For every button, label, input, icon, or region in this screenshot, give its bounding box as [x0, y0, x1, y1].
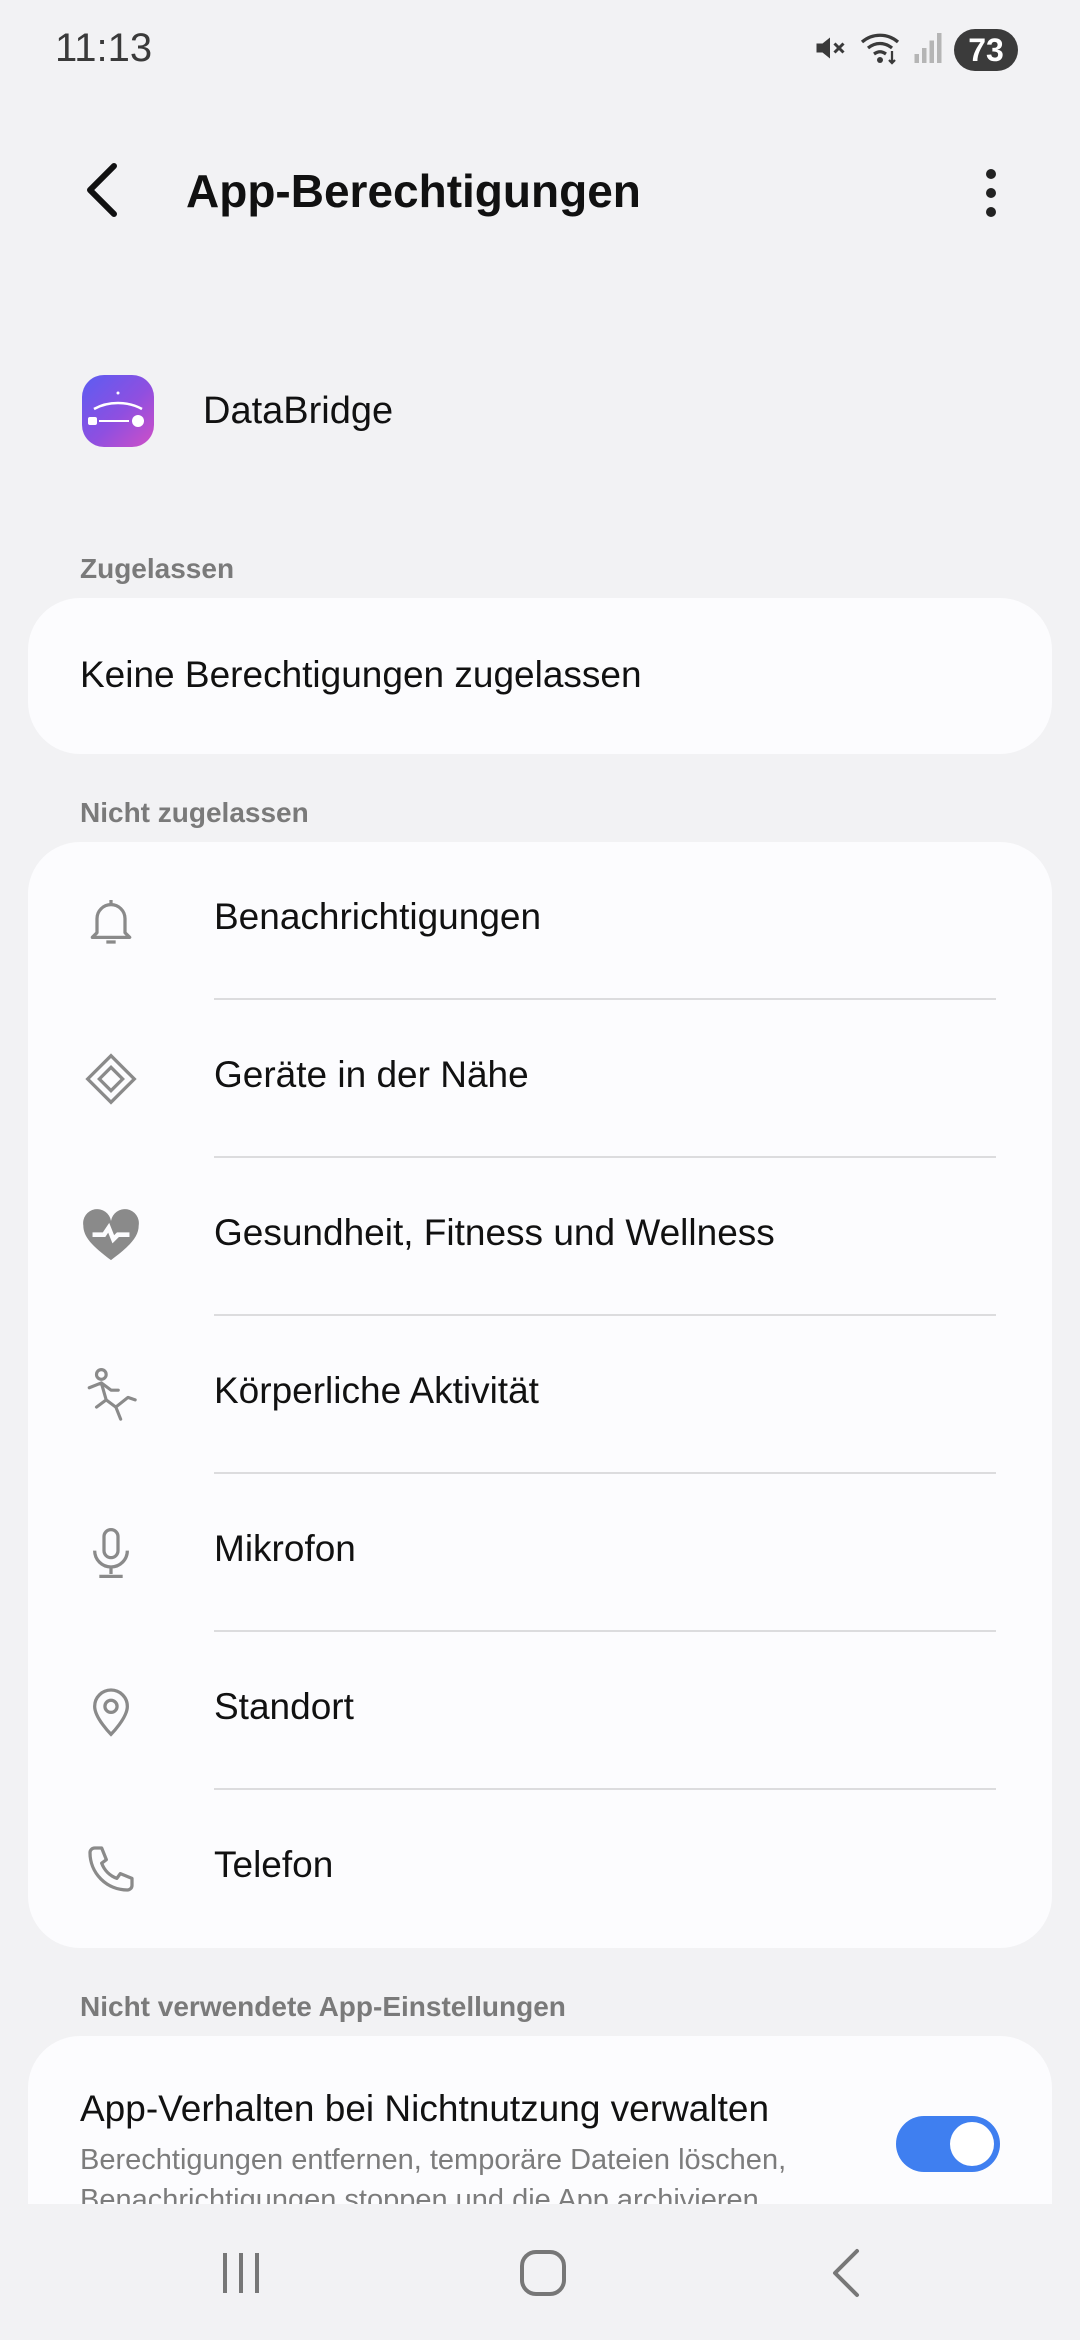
back-button[interactable]: [72, 160, 132, 220]
wifi-icon: [858, 30, 902, 71]
permission-item-microphone[interactable]: Mikrofon: [28, 1474, 1052, 1632]
permission-label: Gesundheit, Fitness und Wellness: [214, 1212, 775, 1253]
permission-item-nearby-devices[interactable]: Geräte in der Nähe: [28, 1000, 1052, 1158]
section-label-not-allowed: Nicht zugelassen: [80, 797, 309, 828]
permission-label: Körperliche Aktivität: [214, 1370, 539, 1411]
app-name: DataBridge: [203, 390, 394, 432]
home-button[interactable]: [508, 2240, 578, 2306]
permission-item-notifications[interactable]: Benachrichtigungen: [28, 842, 1052, 1000]
health-heart-icon: [80, 1206, 142, 1268]
section-label-allowed: Zugelassen: [80, 553, 235, 584]
permission-item-physical-activity[interactable]: Körperliche Aktivität: [28, 1316, 1052, 1474]
battery-icon: 73: [954, 29, 1018, 71]
permission-label: Mikrofon: [214, 1528, 356, 1569]
back-nav-icon: [833, 2249, 859, 2297]
navigation-bar: [0, 2204, 1080, 2340]
running-person-icon: [80, 1364, 142, 1426]
section-label-unused-settings: Nicht verwendete App-Einstellungen: [80, 1991, 566, 2022]
allowed-card: Keine Berechtigungen zugelassen: [28, 598, 1052, 754]
more-vert-icon: [986, 169, 996, 217]
mute-icon: [812, 30, 848, 71]
home-icon: [520, 2250, 566, 2296]
nearby-devices-icon: [80, 1048, 142, 1110]
unused-settings-title: App-Verhalten bei Nichtnutzung verwalten: [80, 2088, 770, 2129]
phone-icon: [80, 1838, 142, 1900]
recents-icon: [223, 2253, 259, 2293]
permission-item-phone[interactable]: Telefon: [28, 1790, 1052, 1948]
bell-icon: [80, 890, 142, 952]
not-allowed-card: Benachrichtigungen Geräte in der Nähe Ge…: [28, 842, 1052, 1948]
permission-item-health[interactable]: Gesundheit, Fitness und Wellness: [28, 1158, 1052, 1316]
permission-item-location[interactable]: Standort: [28, 1632, 1052, 1790]
unused-settings-toggle[interactable]: [896, 2116, 1000, 2172]
more-options-button[interactable]: [968, 160, 1014, 226]
permission-label: Geräte in der Nähe: [214, 1054, 529, 1095]
status-icons: 73: [812, 28, 1018, 72]
toggle-knob: [950, 2122, 994, 2166]
status-time: 11:13: [55, 26, 153, 70]
permission-label: Standort: [214, 1686, 354, 1727]
permission-label: Telefon: [214, 1844, 334, 1885]
signal-icon: [912, 30, 944, 71]
back-arrow-icon: [87, 163, 117, 217]
databridge-app-icon: [82, 375, 154, 447]
recents-button[interactable]: [206, 2240, 276, 2306]
permission-label: Benachrichtigungen: [214, 896, 542, 937]
no-permissions-text: Keine Berechtigungen zugelassen: [80, 654, 642, 695]
page-title: App-Berechtigungen: [186, 165, 641, 217]
location-pin-icon: [80, 1680, 142, 1742]
back-nav-button[interactable]: [810, 2240, 880, 2306]
microphone-icon: [80, 1522, 142, 1584]
